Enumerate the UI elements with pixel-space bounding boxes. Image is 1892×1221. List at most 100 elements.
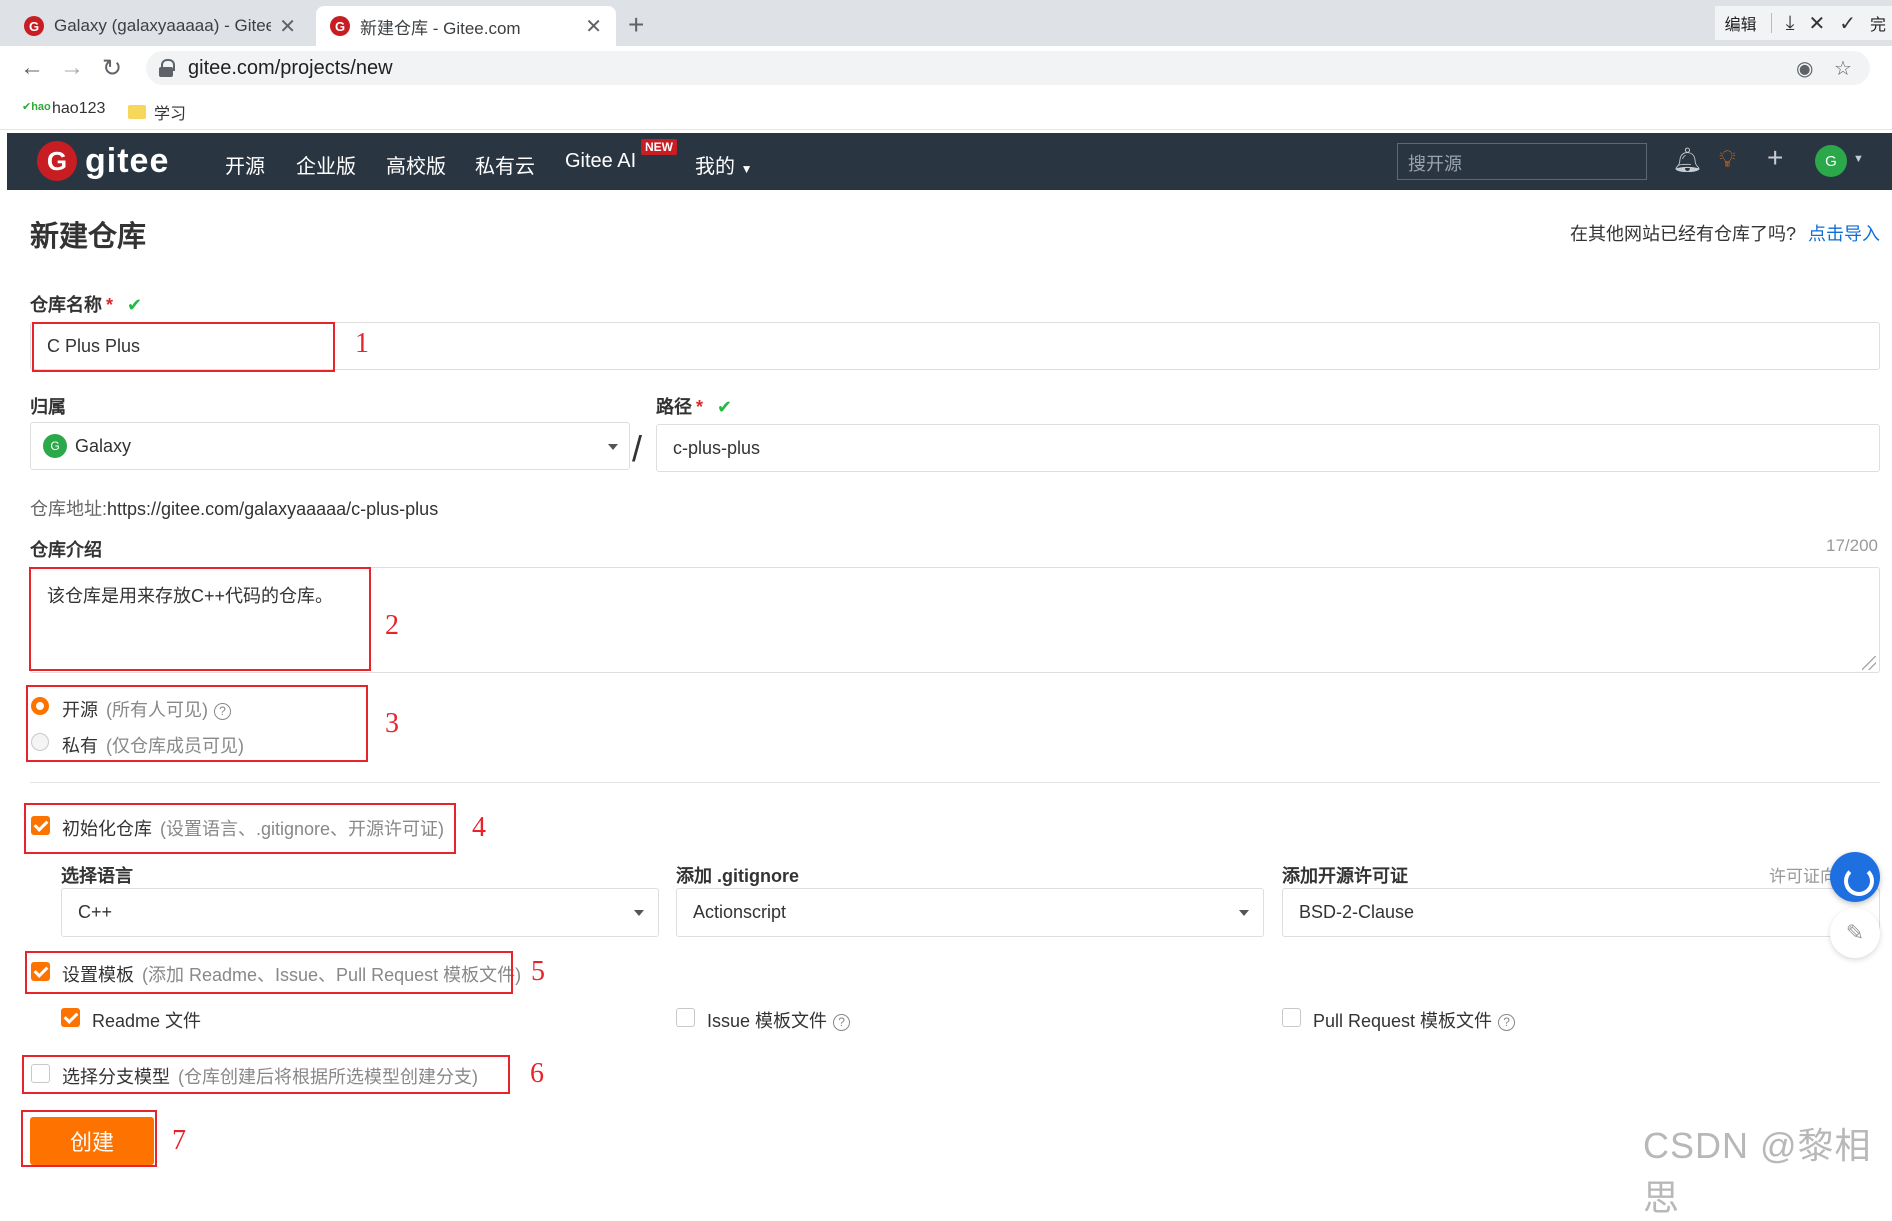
license-select[interactable]: BSD-2-Clause	[1282, 888, 1880, 937]
lock-icon	[158, 59, 175, 77]
search-input[interactable]: 搜开源	[1397, 143, 1647, 180]
tab-title: 新建仓库 - Gitee.com	[360, 18, 521, 38]
edit-button[interactable]: 编辑	[1725, 11, 1757, 35]
gitee-logo-icon: G	[37, 141, 77, 181]
language-value: C++	[78, 902, 113, 922]
back-arrow-icon[interactable]: ←	[20, 54, 44, 82]
bookmark-label: 学习	[154, 106, 187, 123]
license-help-link[interactable]: 许可证向	[1769, 862, 1837, 887]
url-text: gitee.com/projects/new	[188, 56, 393, 79]
url-field[interactable]: gitee.com/projects/new ◉ ☆	[146, 51, 1870, 85]
annotation-box	[21, 1110, 157, 1167]
gitee-favicon-icon: G	[24, 16, 44, 36]
import-link[interactable]: 点击导入	[1808, 224, 1880, 244]
browser-toolbar-right: 编辑 ⤓ ✕ ✓ 完	[1714, 6, 1892, 40]
annotation-box	[24, 803, 456, 854]
pr-template-option[interactable]: Pull Request 模板文件?	[1313, 1007, 1516, 1033]
annotation-number: 7	[172, 1125, 186, 1156]
gitignore-value: Actionscript	[693, 902, 787, 922]
done-icon[interactable]: ✓	[1839, 11, 1856, 36]
nav-open-source[interactable]: 开源	[225, 150, 265, 179]
check-icon: ✔	[127, 295, 143, 315]
path-input[interactable]: c-plus-plus	[656, 424, 1880, 472]
annotation-number: 4	[472, 812, 486, 843]
assistant-float-icon[interactable]	[1830, 852, 1880, 902]
help-icon[interactable]: ?	[1498, 1013, 1516, 1031]
pr-template-checkbox[interactable]	[1282, 1008, 1301, 1027]
resize-handle-icon[interactable]	[1862, 656, 1876, 670]
help-icon[interactable]: ?	[833, 1013, 851, 1031]
check-icon: ✔	[717, 397, 733, 417]
nav-enterprise[interactable]: 企业版	[296, 150, 356, 179]
nav-mine-label: 我的	[695, 156, 735, 178]
annotation-box	[29, 567, 371, 671]
repo-address: 仓库地址:https://gitee.com/galaxyaaaaa/c-plu…	[30, 495, 438, 521]
chevron-down-icon: ▼	[740, 162, 753, 176]
license-label: 添加开源许可证	[1282, 866, 1408, 886]
readme-checkbox[interactable]	[61, 1008, 80, 1027]
feedback-edit-icon[interactable]: ✎	[1830, 908, 1880, 958]
gitee-header: G gitee 开源 企业版 高校版 私有云 Gitee AI NEW 我的 ▼…	[7, 133, 1892, 190]
annotation-box	[32, 322, 335, 372]
option-label: Pull Request 模板文件	[1313, 1011, 1493, 1031]
bookmarks-bar: ✔hao hao123 学习	[0, 90, 1892, 130]
forward-arrow-icon[interactable]: →	[60, 54, 84, 82]
plus-icon[interactable]: +	[1767, 142, 1783, 174]
issue-template-option[interactable]: Issue 模板文件?	[707, 1007, 851, 1033]
bell-icon[interactable]: 🔔︎	[1672, 146, 1702, 175]
browser-tab-bar: G Galaxy (galaxyaaaaa) - Gitee.cc ✕ G 新建…	[0, 0, 1892, 46]
repo-name-label-text: 仓库名称	[30, 295, 102, 315]
gitignore-label: 添加 .gitignore	[676, 866, 799, 886]
repo-address-label: 仓库地址:	[30, 499, 108, 519]
owner-select[interactable]: G Galaxy	[30, 422, 630, 470]
bookmark-hao123[interactable]: ✔hao hao123	[22, 100, 105, 118]
section-divider	[30, 782, 1880, 783]
new-tab-button[interactable]: +	[628, 10, 644, 40]
nav-education[interactable]: 高校版	[386, 150, 446, 179]
chevron-down-icon[interactable]: ▼	[1853, 153, 1864, 165]
annotation-box	[26, 685, 368, 762]
close-tab-icon[interactable]: ✕	[585, 14, 602, 39]
reload-icon[interactable]: ↻	[102, 54, 122, 83]
browser-tab[interactable]: G Galaxy (galaxyaaaaa) - Gitee.cc ✕	[10, 6, 310, 46]
required-star: *	[696, 397, 704, 417]
gitignore-select[interactable]: Actionscript	[676, 888, 1264, 937]
done-label[interactable]: 完	[1870, 11, 1886, 35]
gitee-favicon-icon: G	[330, 16, 350, 36]
option-label: Issue 模板文件	[707, 1011, 828, 1031]
readme-option[interactable]: Readme 文件	[92, 1007, 201, 1033]
close-window-icon[interactable]: ✕	[1808, 11, 1825, 36]
nav-mine[interactable]: 我的 ▼	[695, 150, 752, 179]
license-value: BSD-2-Clause	[1299, 902, 1415, 922]
new-badge: NEW	[641, 139, 677, 155]
chevron-down-icon	[634, 910, 644, 916]
path-label: 路径 * ✔	[656, 393, 732, 419]
owner-avatar: G	[43, 434, 67, 458]
nav-gitee-ai[interactable]: Gitee AI	[565, 150, 636, 173]
language-select[interactable]: C++	[61, 888, 659, 937]
download-icon[interactable]: ⤓	[1786, 12, 1795, 35]
bookmark-star-icon[interactable]: ☆	[1834, 56, 1852, 81]
folder-icon	[128, 105, 146, 119]
tracking-off-icon[interactable]: ◉	[1796, 56, 1813, 81]
description-counter: 17/200	[1826, 536, 1878, 555]
language-label: 选择语言	[61, 866, 133, 886]
annotation-number: 6	[530, 1058, 544, 1089]
tab-title: Galaxy (galaxyaaaaa) - Gitee.cc	[54, 16, 272, 35]
required-star: *	[106, 295, 114, 315]
owner-value: Galaxy	[75, 435, 132, 456]
issue-template-checkbox[interactable]	[676, 1008, 695, 1027]
bookmark-label: hao123	[52, 100, 106, 117]
avatar[interactable]: G	[1815, 145, 1847, 177]
nav-private-cloud[interactable]: 私有云	[475, 150, 535, 179]
annotation-number: 2	[385, 610, 399, 641]
annotation-number: 5	[531, 956, 545, 987]
close-tab-icon[interactable]: ✕	[279, 14, 296, 39]
lightbulb-icon[interactable]: 💡︎	[1719, 146, 1736, 174]
chevron-down-icon	[608, 444, 618, 450]
page-title: 新建仓库	[30, 221, 147, 253]
bookmark-folder-study[interactable]: 学习	[128, 100, 186, 124]
gitee-logo[interactable]: G gitee	[37, 141, 169, 181]
repo-name-label: 仓库名称 * ✔	[30, 291, 142, 317]
browser-tab-active[interactable]: G 新建仓库 - Gitee.com ✕	[316, 6, 616, 46]
